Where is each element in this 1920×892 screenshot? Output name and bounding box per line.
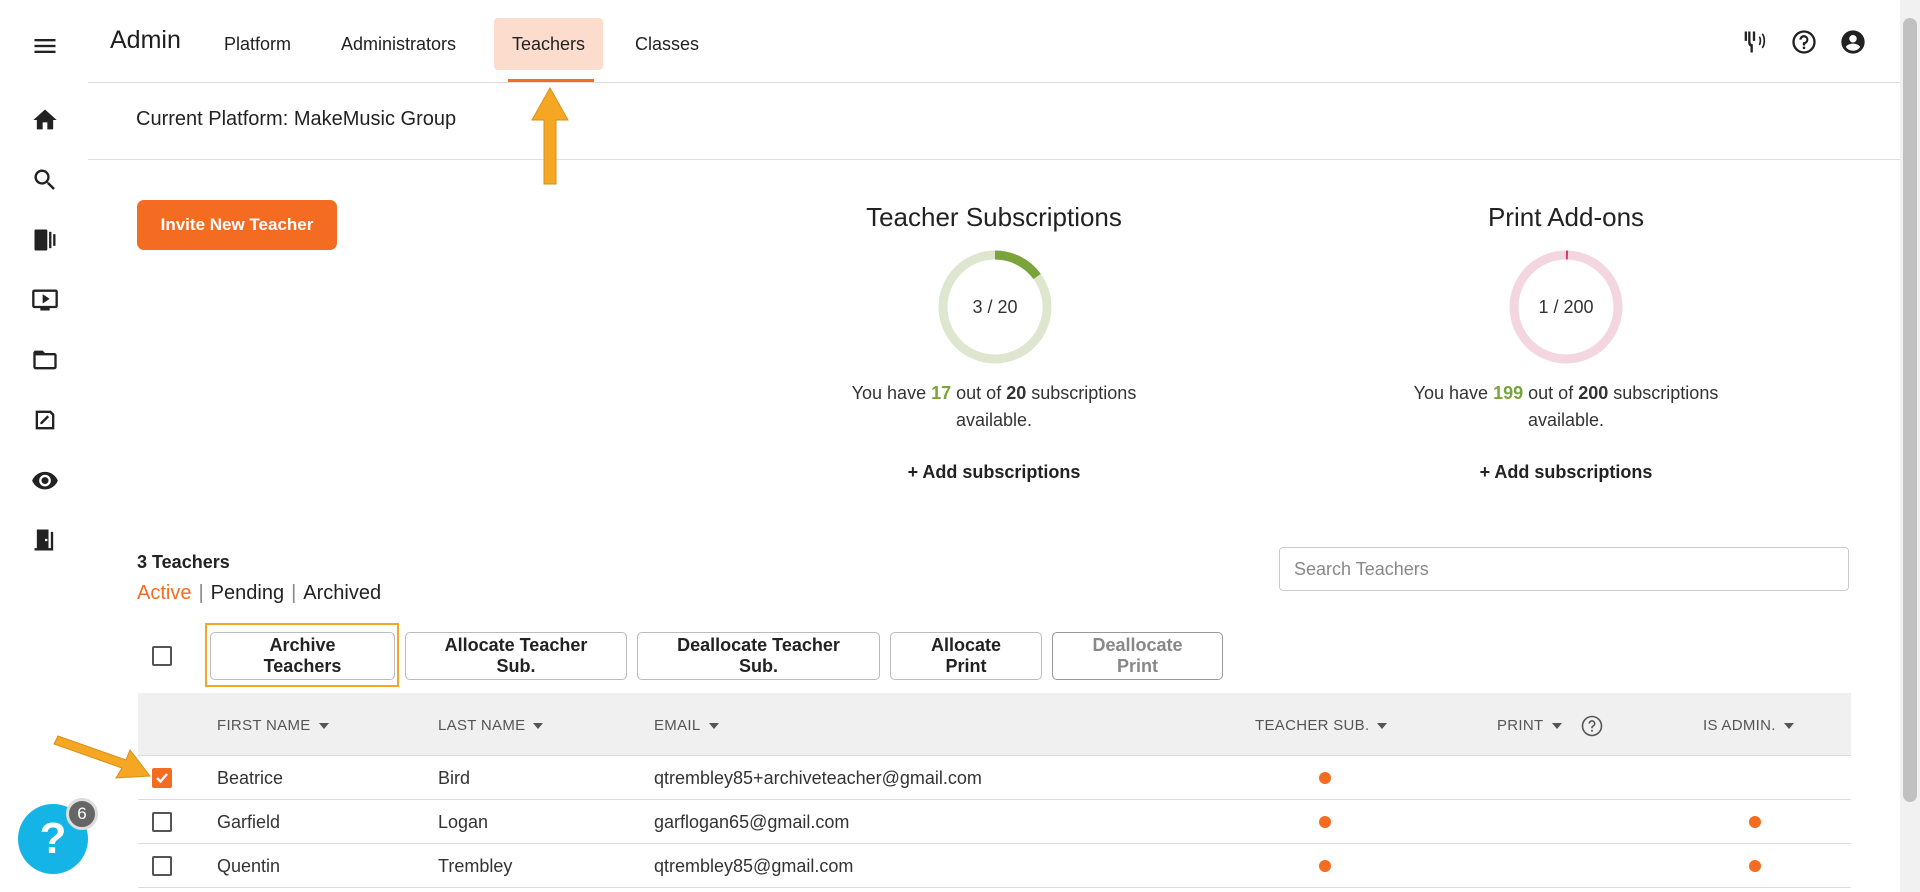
search-teachers-input[interactable] [1279,547,1849,591]
col-is-admin[interactable]: IS ADMIN. [1703,717,1794,734]
col-print[interactable]: PRINT [1497,717,1562,734]
teacher-subscriptions-desc: You have 17 out of 20 subscriptions avail… [851,383,1137,430]
sort-caret-icon [1783,723,1794,730]
is-admin-dot [1749,816,1761,828]
account-icon[interactable] [1839,28,1867,56]
row-checkbox[interactable] [152,768,172,788]
first-name-cell: Garfield [217,812,281,832]
col-first-name[interactable]: FIRST NAME [217,717,329,734]
row-checkbox[interactable] [152,856,172,876]
print-addons-title: Print Add-ons [1487,202,1645,232]
archive-teachers-button[interactable]: Archive Teachers [210,632,395,680]
home-icon[interactable] [28,103,62,137]
print-help-icon[interactable] [1581,715,1603,737]
sort-caret-icon [318,723,329,730]
help-circle-icon[interactable] [1790,28,1818,56]
filter-divider: | [291,582,297,604]
email-cell: qtrembley85@gmail.com [654,856,854,876]
email-cell: qtrembley85+archiveteacher@gmail.com [654,768,982,788]
tab-administrators[interactable]: Administrators [323,18,474,70]
col-email[interactable]: EMAIL [654,717,719,734]
menu-icon[interactable] [28,29,62,63]
col-teacher-sub[interactable]: TEACHER SUB. [1255,717,1388,734]
brand-title: Admin [110,26,181,54]
first-name-cell: Quentin [217,856,281,876]
question-mark-icon: ? [39,814,67,863]
teacher-total-count: 20 [1006,383,1027,403]
video-icon[interactable] [28,283,62,317]
teacher-sub-dot [1319,860,1331,872]
eye-icon[interactable] [28,463,62,497]
teacher-subscriptions-ring-text: 3 / 20 [972,297,1018,317]
deallocate-print-button[interactable]: Deallocate Print [1052,632,1223,680]
teacher-available-count: 17 [931,383,952,403]
teacher-sub-dot [1319,816,1331,828]
sort-caret-icon [533,723,544,730]
scrollbar-thumb[interactable] [1903,18,1917,802]
select-all-checkbox[interactable] [152,646,172,666]
print-addons-ring-text: 1 / 200 [1538,297,1594,317]
library-icon[interactable] [28,223,62,257]
filter-archived[interactable]: Archived [303,582,381,604]
sort-caret-icon [1377,723,1388,730]
table-row[interactable] [138,844,1851,888]
last-name-cell: Logan [438,812,489,832]
logout-icon[interactable] [28,523,62,557]
filter-active[interactable]: Active [137,582,191,604]
filter-divider: | [198,582,204,604]
tab-classes[interactable]: Classes [617,18,717,70]
current-platform-label: Current Platform: MakeMusic Group [136,108,457,130]
print-available-count: 199 [1493,383,1524,403]
filter-pending[interactable]: Pending [211,582,284,604]
add-teacher-subscriptions-link[interactable]: + Add subscriptions [794,462,1194,483]
teacher-subscriptions-title: Teacher Subscriptions [866,202,1122,232]
teachers-count: 3 Teachers [137,552,230,572]
tab-platform[interactable]: Platform [206,18,309,70]
allocate-print-button[interactable]: Allocate Print [890,632,1042,680]
sort-caret-icon [708,723,719,730]
teacher-sub-dot [1319,772,1331,784]
notification-badge: 6 [66,798,98,830]
folder-icon[interactable] [28,343,62,377]
first-name-cell: Beatrice [217,768,284,788]
last-name-cell: Trembley [438,856,513,876]
add-print-subscriptions-link[interactable]: + Add subscriptions [1366,462,1766,483]
last-name-cell: Bird [438,768,471,788]
status-filters: Active | Pending | Archived [137,582,381,605]
sort-caret-icon [1551,723,1562,730]
is-admin-dot [1749,860,1761,872]
search-icon[interactable] [28,163,62,197]
table-row[interactable] [138,756,1851,800]
tuner-icon[interactable] [1740,28,1768,56]
allocate-teacher-sub-button[interactable]: Allocate Teacher Sub. [405,632,627,680]
print-addons-desc: You have 199 out of 200 subscriptions ava… [1413,383,1719,430]
annotation-arrow-up [531,86,569,185]
assignment-icon[interactable] [28,403,62,437]
col-last-name[interactable]: LAST NAME [438,717,544,734]
email-cell: garflogan65@gmail.com [654,812,850,832]
print-total-count: 200 [1578,383,1609,403]
tab-teachers[interactable]: Teachers [494,18,604,70]
deallocate-teacher-sub-button[interactable]: Deallocate Teacher Sub. [637,632,880,680]
table-row[interactable] [138,800,1851,844]
row-checkbox[interactable] [152,812,172,832]
invite-new-teacher-button[interactable]: Invite New Teacher [137,200,337,250]
